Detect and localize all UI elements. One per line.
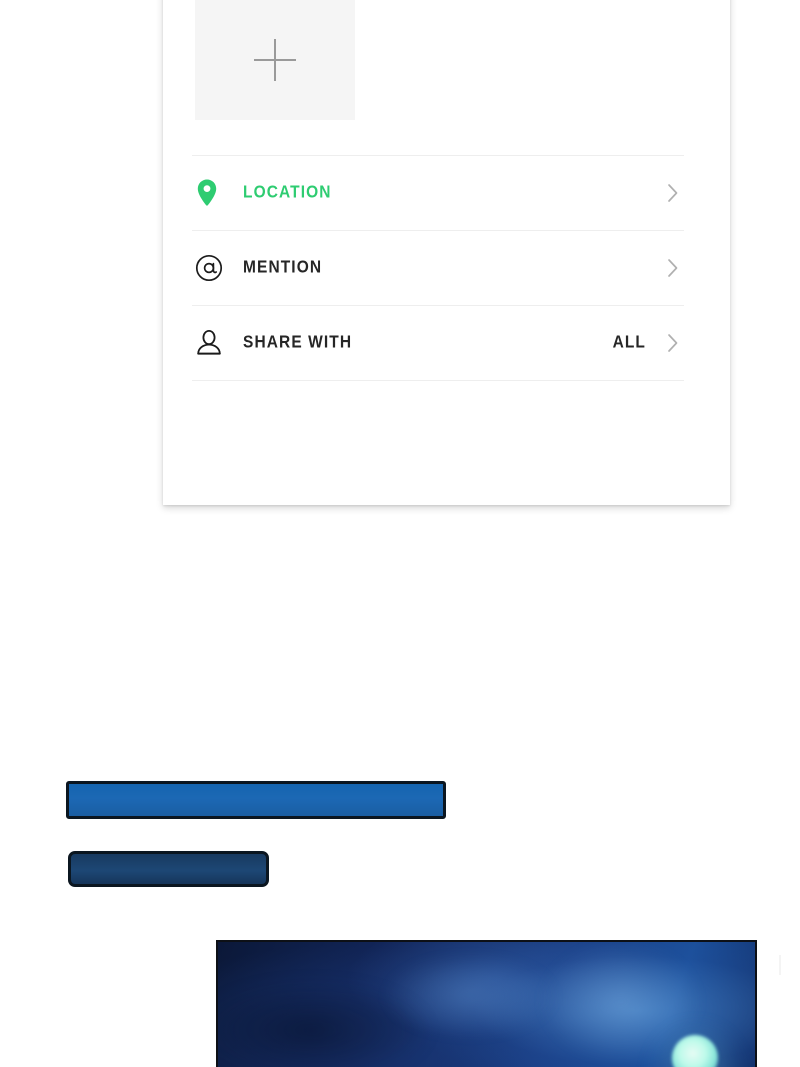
at-mention-icon xyxy=(192,254,243,282)
person-icon xyxy=(192,328,243,358)
option-row-share-with[interactable]: SHARE WITH ALL xyxy=(192,305,684,381)
add-media-tile[interactable] xyxy=(195,0,355,120)
option-row-mention[interactable]: MENTION xyxy=(192,230,684,305)
thumbnail-cloud-left xyxy=(379,952,562,1040)
primary-bar[interactable] xyxy=(66,781,446,819)
option-label-share-with: SHARE WITH xyxy=(243,332,353,352)
composer-card: LOCATION MENTION SHARE WITH ALL xyxy=(163,0,730,505)
chevron-right-icon[interactable] xyxy=(662,257,684,279)
location-pin-icon xyxy=(192,178,243,208)
secondary-bar[interactable] xyxy=(68,851,269,887)
plus-icon xyxy=(254,39,296,81)
option-value-share-with: ALL xyxy=(612,332,646,352)
option-label-mention: MENTION xyxy=(243,257,323,277)
night-sky-thumbnail[interactable] xyxy=(216,940,757,1067)
stray-artifact xyxy=(779,955,781,975)
composer-option-list: LOCATION MENTION SHARE WITH ALL xyxy=(192,155,684,381)
chevron-right-icon[interactable] xyxy=(662,182,684,204)
option-row-location[interactable]: LOCATION xyxy=(192,155,684,230)
option-label-location: LOCATION xyxy=(243,182,332,202)
chevron-right-icon[interactable] xyxy=(662,332,684,354)
